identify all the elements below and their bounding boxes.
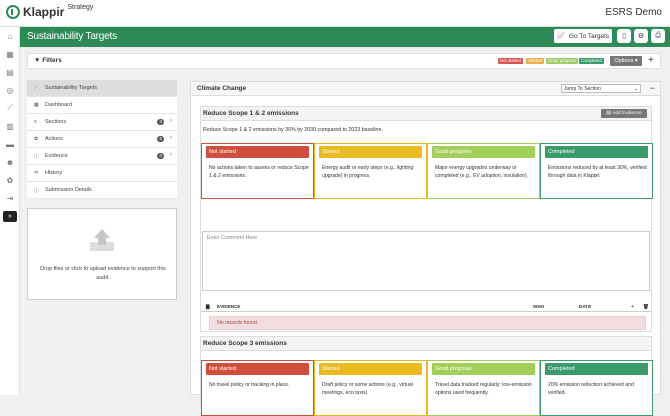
list-icon: ≡ [34, 119, 37, 125]
jump-to-section-select[interactable]: Jump To Section ⌄ [561, 84, 641, 93]
chart-icon: 📈 [556, 33, 565, 40]
status-option-started[interactable]: Started Energy audit or early steps (e.g.… [314, 143, 427, 199]
expand-sidebar-icon[interactable]: » [3, 211, 17, 222]
nav-item-sustainability-targets[interactable]: ⟋ Sustainability Targets [27, 80, 177, 97]
status-option-good-progress[interactable]: Good progress Major energy upgrades under… [427, 143, 540, 199]
filters-label[interactable]: ▼ Filters [34, 57, 62, 64]
count-badge: 0 [157, 153, 164, 159]
nav-item-sections[interactable]: ≡ Sections 3 › [27, 114, 177, 131]
status-options: Not started No travel policy or tracking … [201, 360, 653, 416]
gear-icon: ✿ [34, 136, 39, 142]
go-to-targets-button[interactable]: 📈 Go To Targets [554, 29, 612, 43]
settings-icon[interactable]: ✿ [0, 171, 20, 189]
page-header: Sustainability Targets 📈 Go To Targets ▯… [20, 27, 670, 47]
upload-icon [90, 229, 114, 251]
nav-item-actions[interactable]: ✿ Actions 6 › [27, 131, 177, 148]
status-option-completed[interactable]: Completed 20% emission reduction achieved… [540, 360, 653, 416]
chart-line-icon[interactable]: ⟋ [0, 99, 20, 117]
chart-icon: ⟋ [34, 85, 38, 91]
status-option-not-started[interactable]: Not started No travel policy or tracking … [201, 360, 314, 416]
column-evidence: EVIDENCE [217, 304, 241, 309]
chevron-right-icon: › [170, 118, 172, 124]
info-circle-icon: ⓘ [34, 187, 40, 194]
collapse-section-button[interactable]: − [650, 83, 655, 93]
chevron-down-icon: ⌄ [633, 86, 638, 92]
add-filter-button[interactable]: + [648, 55, 654, 66]
target-card: Reduce Scope 3 emissions Not started No t… [200, 336, 653, 416]
no-records-message: No records found. [209, 316, 646, 330]
go-to-targets-label: Go To Targets [568, 32, 610, 40]
count-badge: 6 [157, 136, 164, 142]
dashboard-icon: ▦ [34, 102, 39, 108]
nav-item-history[interactable]: ⟲ History [27, 165, 177, 182]
status-option-not-started[interactable]: Not started No actions taken to assess or… [201, 143, 314, 199]
nav-item-dashboard[interactable]: ▦ Dashboard [27, 97, 177, 114]
page-title: Sustainability Targets [27, 31, 117, 42]
evidence-table-header: ▇ EVIDENCE WHO DATE + 🗑 [201, 301, 651, 312]
filter-badge-completed[interactable]: Completed [579, 58, 604, 64]
info-icon: ⓘ [34, 153, 40, 160]
print-icon: ⎙ [655, 32, 661, 39]
klappir-logo-icon [6, 5, 20, 19]
users-icon[interactable]: ☻ [0, 153, 20, 171]
section-title: Climate Change [197, 85, 247, 92]
settings-button[interactable]: ⚙ [634, 29, 648, 43]
upload-instructions: Drop files or click to upload evidence t… [40, 266, 166, 281]
left-icon-sidebar: ⌂ ▦ ▤ ◎ ⟋ ▥ ▬ ☻ ✿ ⇥ » [0, 27, 20, 395]
chevron-right-icon: › [170, 152, 172, 158]
logout-icon[interactable]: ⇥ [0, 189, 20, 207]
filters-bar: ▼ Filters Not started Started Good progr… [27, 53, 661, 69]
chevron-right-icon: › [170, 135, 172, 141]
section-nav: ⟋ Sustainability Targets ▦ Dashboard ≡ Sect… [27, 80, 177, 199]
history-icon: ⟲ [34, 170, 39, 176]
filter-badge-not-started[interactable]: Not started [498, 58, 524, 64]
top-bar: Klappir Strategy ESRS Demo [0, 0, 670, 27]
section-header: Climate Change Jump To Section ⌄ − [191, 82, 660, 96]
target-description: Reduce Scope 1 & 2 emissions by 30% by 2… [203, 127, 383, 133]
target-title: Reduce Scope 3 emissions [203, 340, 287, 347]
target-title: Reduce Scope 1 & 2 emissions [203, 110, 299, 117]
print-button[interactable]: ⎙ [651, 29, 665, 43]
file-button[interactable]: ▯ [617, 29, 631, 43]
logo-subtitle: Strategy [67, 3, 94, 11]
status-option-completed[interactable]: Completed Emissions reduced by at least 3… [540, 143, 653, 199]
evidence-table: ▇ EVIDENCE WHO DATE + 🗑 No records found… [201, 301, 651, 341]
section-panel: Climate Change Jump To Section ⌄ − Reduce… [190, 81, 661, 416]
nav-item-submission-details[interactable]: ⓘ Submission Details [27, 182, 177, 199]
comment-textarea[interactable]: Enter Comment Here [202, 231, 650, 291]
options-dropdown[interactable]: Options ▾ [610, 56, 642, 66]
status-option-good-progress[interactable]: Good progress Travel data tracked regular… [427, 360, 540, 416]
home-icon[interactable]: ⌂ [0, 27, 20, 45]
organization-name: ESRS Demo [605, 7, 662, 18]
gear-icon: ⚙ [637, 33, 645, 40]
file-icon: ▇ [206, 304, 210, 309]
target-card-header: Reduce Scope 3 emissions [201, 337, 651, 351]
file-icon: ▯ [622, 33, 626, 40]
evidence-upload-dropzone[interactable]: Drop files or click to upload evidence t… [27, 208, 177, 300]
status-options: Not started No actions taken to assess or… [201, 143, 653, 199]
logo[interactable]: Klappir Strategy [6, 3, 94, 19]
status-option-started[interactable]: Started Draft policy or some actions (e.g… [314, 360, 427, 416]
target-card-header: Reduce Scope 1 & 2 emissions ▤ Add Evide… [201, 107, 651, 121]
nav-item-evidence[interactable]: ⓘ Evidence 0 › [27, 148, 177, 165]
filter-icon: ▼ [34, 57, 43, 64]
logo-text: Klappir [23, 5, 65, 19]
grid-icon[interactable]: ▦ [0, 45, 20, 63]
comment-placeholder: Enter Comment Here [207, 235, 258, 241]
book-icon[interactable]: ▥ [0, 117, 20, 135]
document-icon[interactable]: ▤ [0, 63, 20, 81]
folder-icon[interactable]: ▬ [0, 135, 20, 153]
column-who: WHO [533, 304, 545, 309]
count-badge: 3 [157, 119, 164, 125]
column-date: DATE [579, 304, 592, 309]
trash-icon[interactable]: 🗑 [643, 304, 649, 310]
add-evidence-button[interactable]: ▤ Add Evidence [601, 109, 647, 118]
filter-badge-started[interactable]: Started [526, 58, 544, 64]
target-icon[interactable]: ◎ [0, 81, 20, 99]
filter-badge-good-progress[interactable]: Good progress [546, 58, 579, 64]
add-row-icon[interactable]: + [631, 304, 634, 309]
target-card: Reduce Scope 1 & 2 emissions ▤ Add Evide… [200, 106, 653, 332]
